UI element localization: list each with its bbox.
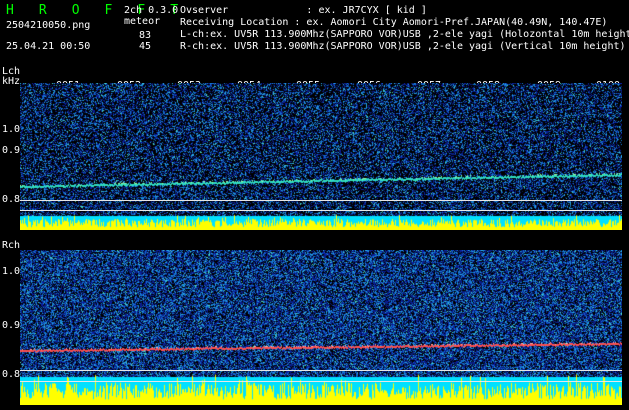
rch-reference-line-lower	[20, 381, 622, 382]
lch-spectrogram	[20, 83, 622, 230]
rch-ytick-0-9: 0.9	[2, 320, 21, 331]
lch-ytick-0-8: 0.8	[2, 194, 21, 205]
lch-meteor-count: 83	[139, 30, 152, 41]
lch-ytick-1-0: 1.0	[2, 124, 21, 135]
lch-unit-label: kHz	[2, 76, 21, 87]
rch-ytick-1-0: 1.0	[2, 266, 21, 277]
lch-reference-line-upper	[20, 200, 622, 201]
rch-reference-line-upper	[20, 370, 622, 371]
rch-label: Rch	[2, 240, 21, 251]
meteor-label: meteor	[124, 16, 161, 27]
rch-ytick-0-8: 0.8	[2, 369, 21, 380]
rch-info-line: R-ch:ex. UV5R 113.900Mhz(SAPPORO VOR)USB…	[180, 41, 626, 52]
location-line: Receiving Location : ex. Aomori City Aom…	[180, 17, 608, 28]
lch-ytick-0-9: 0.9	[2, 145, 21, 156]
observer-line: Ovserver : ex. JR7CYX [ kid ]	[180, 5, 427, 16]
lch-reference-line-lower	[20, 210, 622, 211]
datetime-label: 25.04.21 00:50	[6, 41, 91, 52]
lch-info-line: L-ch:ex. UV5R 113.900Mhz(SAPPORO VOR)USB…	[180, 29, 629, 40]
mode-label: 2ch 0.3.0	[124, 5, 179, 16]
filename-label: 2504210050.png	[6, 20, 91, 31]
rch-meteor-count: 45	[139, 41, 152, 52]
